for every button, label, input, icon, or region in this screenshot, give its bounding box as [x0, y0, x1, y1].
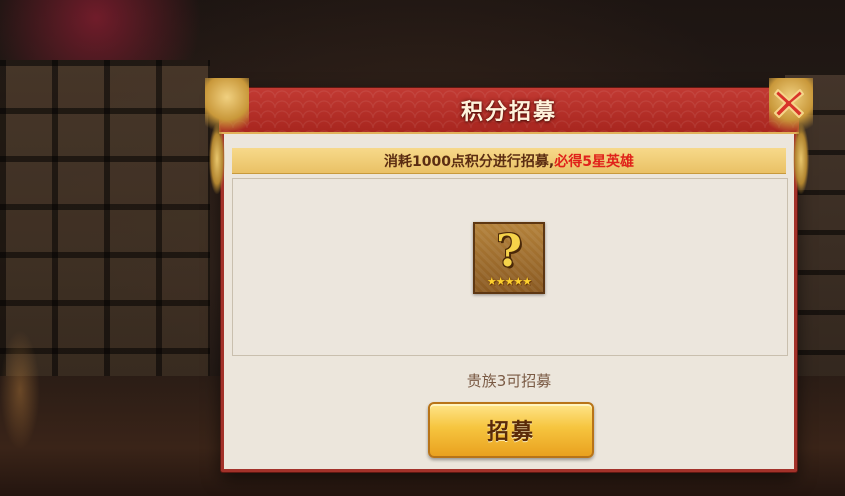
points-recruit-dialog: 积分招募 消耗1000点积分进行招募, 必得5星英雄 ? ★★★★★ 贵族3可招募…	[205, 78, 813, 472]
star-rating: ★★★★★	[486, 275, 532, 288]
close-button[interactable]	[768, 82, 810, 124]
dialog-title: 积分招募	[460, 100, 557, 125]
lantern-glow	[0, 330, 40, 450]
recruit-button[interactable]: 招募	[428, 402, 594, 458]
recruit-button-label: 招募	[486, 420, 535, 445]
banner-highlight: 必得5星英雄	[554, 154, 635, 170]
cost-banner: 消耗1000点积分进行招募, 必得5星英雄	[232, 148, 786, 174]
vip-requirement-text: 贵族3可招募	[466, 372, 552, 390]
wisteria-corner-decoration	[205, 78, 249, 142]
dialog-header: 积分招募	[219, 88, 799, 134]
mystery-hero-slot[interactable]: ? ★★★★★	[473, 222, 545, 294]
cherry-blossom-decoration	[0, 0, 240, 60]
close-icon	[774, 89, 804, 118]
question-mark-icon: ?	[496, 226, 522, 277]
banner-text: 消耗1000点积分进行招募,	[383, 154, 555, 170]
